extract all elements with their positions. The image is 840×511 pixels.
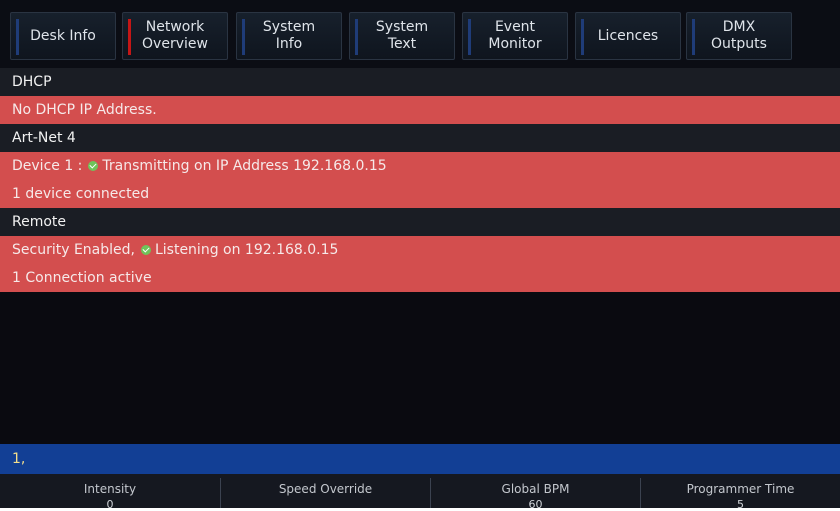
check-circle-icon [140,245,151,255]
fader-value: 0 [106,498,114,511]
tab-marker [355,19,358,55]
check-circle-icon [88,161,99,171]
device-status-text: Transmitting on IP Address 192.168.0.15 [102,158,387,174]
fader-name: Speed Override [278,482,373,496]
fader-programmer-time[interactable]: Programmer Time 5 [641,474,840,511]
device-label: Device 1 : [12,158,83,174]
fader-name: Intensity [83,482,137,496]
content-empty-area [0,292,840,444]
tab-marker [468,19,471,55]
artnet-connected-row: 1 device connected [0,180,840,208]
fader-name: Global BPM [501,482,570,496]
fader-name: Programmer Time [686,482,795,496]
command-line-text: 1, [12,451,26,467]
fader-global-bpm[interactable]: Global BPM 60 [431,474,640,511]
artnet-device-row: Device 1 : Transmitting on IP Address 192… [0,152,840,180]
section-header-dhcp: DHCP [0,68,840,96]
tab-label: Desk Info [30,27,96,44]
tab-dmx-outputs[interactable]: DMX Outputs [686,12,792,60]
section-title: Remote [12,214,67,230]
tab-bar: Desk Info Network Overview System Info S… [0,0,840,68]
security-label: Security Enabled, [12,242,135,258]
tab-marker [581,19,584,55]
tab-label: Event Monitor [488,19,542,52]
listening-text: Listening on 192.168.0.15 [154,242,339,258]
tab-marker-active [128,19,131,55]
fader-value: 60 [528,498,543,511]
fader-intensity[interactable]: Intensity 0 [0,474,220,511]
tab-event-monitor[interactable]: Event Monitor [462,12,568,60]
tab-label: System Text [375,19,429,52]
remote-connections-row: 1 Connection active [0,264,840,292]
tab-label: Network Overview [142,19,208,52]
tab-label: DMX Outputs [711,19,767,52]
remote-security-row: Security Enabled, Listening on 192.168.0.… [0,236,840,264]
command-line[interactable]: 1, [0,444,840,474]
devices-connected-text: 1 device connected [12,186,150,202]
tab-marker [692,19,695,55]
section-header-artnet: Art-Net 4 [0,124,840,152]
network-overview-screen: Desk Info Network Overview System Info S… [0,0,840,511]
tab-marker [242,19,245,55]
section-title: Art-Net 4 [12,130,76,146]
dhcp-status-text: No DHCP IP Address. [12,102,157,118]
fader-bar: Intensity 0 Speed Override Global BPM 60… [0,474,840,511]
tab-marker [16,19,19,55]
dhcp-status-row: No DHCP IP Address. [0,96,840,124]
tab-label: Licences [597,27,659,44]
fader-value: 5 [737,498,744,511]
tab-desk-info[interactable]: Desk Info [10,12,116,60]
fader-speed-override[interactable]: Speed Override [221,474,430,508]
tab-system-info[interactable]: System Info [236,12,342,60]
tab-licences[interactable]: Licences [575,12,681,60]
tab-label: System Info [262,19,316,52]
connections-text: 1 Connection active [12,270,152,286]
tab-system-text[interactable]: System Text [349,12,455,60]
section-title: DHCP [12,74,52,90]
tab-network-overview[interactable]: Network Overview [122,12,228,60]
section-header-remote: Remote [0,208,840,236]
